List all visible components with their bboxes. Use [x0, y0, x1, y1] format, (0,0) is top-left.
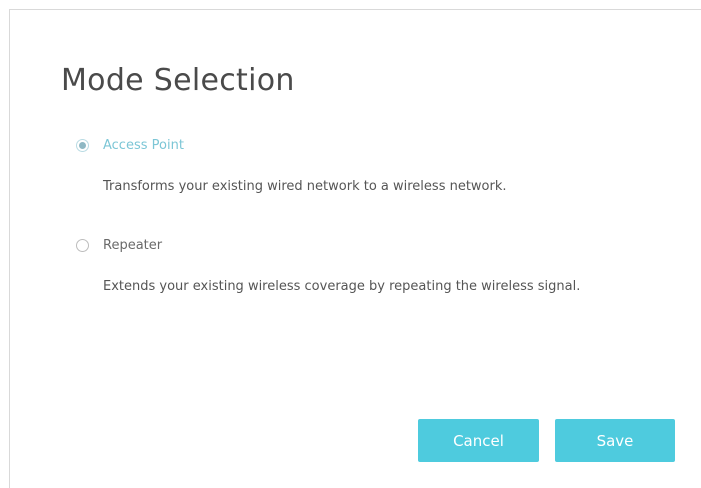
access-point-option[interactable]: Access Point	[76, 138, 184, 153]
page-title: Mode Selection	[61, 63, 295, 98]
access-point-description: Transforms your existing wired network t…	[103, 179, 507, 194]
repeater-radio[interactable]	[76, 239, 89, 252]
repeater-label[interactable]: Repeater	[103, 238, 162, 253]
repeater-option[interactable]: Repeater	[76, 238, 162, 253]
save-button[interactable]: Save	[555, 419, 675, 462]
mode-selection-panel: Mode Selection Access Point Transforms y…	[9, 9, 701, 488]
repeater-description: Extends your existing wireless coverage …	[103, 279, 581, 294]
access-point-label[interactable]: Access Point	[103, 138, 184, 153]
access-point-radio[interactable]	[76, 139, 89, 152]
cancel-button[interactable]: Cancel	[418, 419, 539, 462]
